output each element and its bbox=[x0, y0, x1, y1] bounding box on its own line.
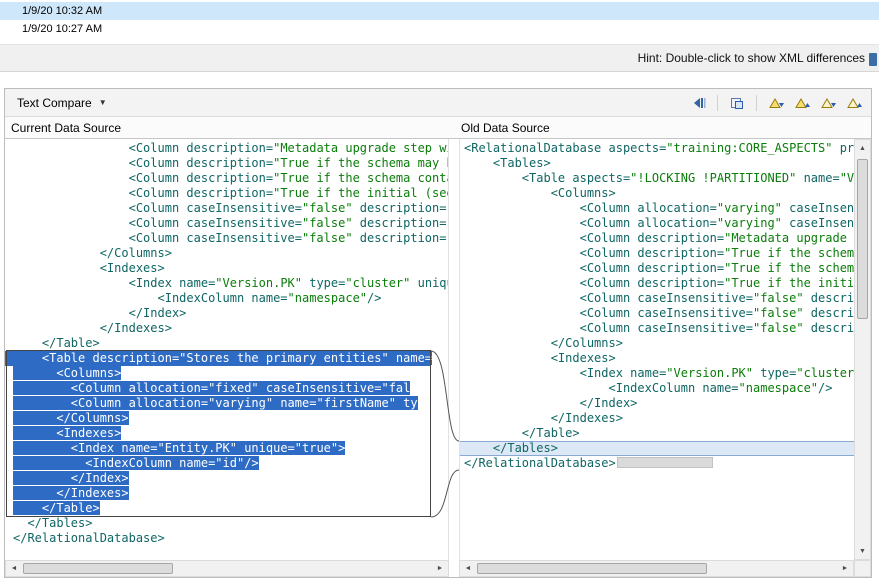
code-line[interactable]: <Indexes> bbox=[13, 426, 430, 441]
scrollbar-corner bbox=[854, 560, 871, 577]
code-line[interactable]: </Indexes> bbox=[13, 486, 430, 501]
previous-difference-icon[interactable] bbox=[793, 95, 811, 111]
right-pane-title: Old Data Source bbox=[461, 121, 550, 135]
code-line[interactable]: <Column description="True if the schema … bbox=[13, 156, 430, 171]
code-line[interactable]: <Column allocation="varying" caseInsensi… bbox=[464, 201, 850, 216]
code-line[interactable]: <Column allocation="varying" name="first… bbox=[13, 396, 430, 411]
vertical-scrollbar[interactable]: ▲ ▼ bbox=[854, 139, 871, 560]
code-line[interactable]: </Indexes> bbox=[464, 411, 850, 426]
right-horizontal-scrollbar-thumb[interactable] bbox=[477, 563, 707, 574]
code-line[interactable]: <Column description="True if the schema … bbox=[464, 246, 850, 261]
code-line[interactable]: </RelationalDatabase> bbox=[13, 531, 430, 546]
selection-remnant bbox=[617, 457, 713, 468]
toolbar-separator bbox=[717, 95, 718, 111]
scroll-left-icon[interactable]: ◄ bbox=[6, 561, 22, 576]
code-line[interactable]: </Tables> bbox=[460, 441, 854, 456]
code-line[interactable]: </Columns> bbox=[464, 336, 850, 351]
code-line[interactable]: </Table> bbox=[13, 336, 430, 351]
horizontal-scrollbars: ◄ ► ◄ ► bbox=[5, 560, 871, 577]
scroll-down-icon[interactable]: ▼ bbox=[855, 543, 870, 559]
code-line[interactable]: <Column caseInsensitive="false" descript… bbox=[464, 321, 850, 336]
code-line[interactable]: <Column description="True if the initial… bbox=[13, 186, 430, 201]
code-line[interactable]: </Columns> bbox=[13, 411, 430, 426]
code-line[interactable]: </Table> bbox=[464, 426, 850, 441]
code-line[interactable]: <IndexColumn name="id"/> bbox=[13, 456, 430, 471]
compare-toolbar: Text Compare ▼ bbox=[5, 89, 871, 117]
code-line[interactable]: <RelationalDatabase aspects="training:CO… bbox=[464, 141, 850, 156]
code-line[interactable]: </Table> bbox=[13, 501, 430, 516]
history-row-label: 1/9/20 10:32 AM bbox=[22, 5, 102, 17]
code-line[interactable]: <Column caseInsensitive="false" descript… bbox=[13, 216, 430, 231]
chevron-down-icon: ▼ bbox=[99, 98, 107, 107]
scroll-left-icon[interactable]: ◄ bbox=[460, 561, 476, 576]
code-line[interactable]: <Index name="Version.PK" type="cluster" … bbox=[13, 276, 430, 291]
next-change-icon[interactable] bbox=[819, 95, 837, 111]
code-line[interactable]: <Column description="True if the schema … bbox=[13, 171, 430, 186]
history-row[interactable]: 1/9/20 10:27 AM bbox=[0, 20, 879, 38]
code-pane-old[interactable]: <RelationalDatabase aspects="training:CO… bbox=[459, 139, 854, 560]
history-list: 1/9/20 10:32 AM 1/9/20 10:27 AM bbox=[0, 2, 879, 38]
toolbar-separator bbox=[756, 95, 757, 111]
code-line[interactable]: </Columns> bbox=[13, 246, 430, 261]
compare-toolbar-icons bbox=[689, 95, 865, 111]
code-line[interactable]: <Table description="Stores the primary e… bbox=[5, 351, 430, 366]
previous-change-icon[interactable] bbox=[845, 95, 863, 111]
code-line[interactable]: </Index> bbox=[464, 396, 850, 411]
code-line[interactable]: </RelationalDatabase> bbox=[464, 456, 850, 471]
compare-mode-dropdown[interactable]: Text Compare ▼ bbox=[11, 94, 113, 112]
compare-panes: <Column description="Metadata upgrade st… bbox=[5, 139, 871, 560]
pane-headers: Current Data Source Old Data Source bbox=[5, 117, 871, 139]
code-line[interactable]: <IndexColumn name="namespace"/> bbox=[13, 291, 430, 306]
panel-icon bbox=[869, 53, 877, 66]
code-line[interactable]: </Indexes> bbox=[13, 321, 430, 336]
code-line[interactable]: <Column description="True if the schema … bbox=[464, 261, 850, 276]
code-line[interactable]: <Tables> bbox=[464, 156, 850, 171]
code-line[interactable]: <Index name="Entity.PK" unique="true"> bbox=[13, 441, 430, 456]
history-row-label: 1/9/20 10:27 AM bbox=[22, 23, 102, 35]
code-line[interactable]: <Table aspects="!LOCKING !PARTITIONED" n… bbox=[464, 171, 850, 186]
next-difference-icon[interactable] bbox=[767, 95, 785, 111]
copy-all-non-conflicting-icon[interactable] bbox=[728, 95, 746, 111]
scroll-up-icon[interactable]: ▲ bbox=[855, 140, 870, 156]
hint-text: Hint: Double-click to show XML differenc… bbox=[638, 51, 865, 65]
code-line[interactable]: <Indexes> bbox=[13, 261, 430, 276]
compare-mode-label: Text Compare bbox=[17, 96, 92, 110]
code-line[interactable]: <Column caseInsensitive="false" descript… bbox=[464, 306, 850, 321]
left-pane-title: Current Data Source bbox=[11, 121, 121, 135]
code-line[interactable]: </Index> bbox=[13, 471, 430, 486]
compare-direction-icon[interactable] bbox=[689, 95, 707, 111]
scroll-right-icon[interactable]: ► bbox=[432, 561, 448, 576]
code-line[interactable]: <Indexes> bbox=[464, 351, 850, 366]
compare-editor: Text Compare ▼ C bbox=[4, 88, 872, 578]
right-horizontal-scrollbar[interactable]: ◄ ► bbox=[459, 560, 854, 577]
history-row[interactable]: 1/9/20 10:32 AM bbox=[0, 2, 879, 20]
code-line[interactable]: <Index name="Version.PK" type="cluster" … bbox=[464, 366, 850, 381]
code-line[interactable]: <Column allocation="fixed" caseInsensiti… bbox=[13, 381, 430, 396]
code-line[interactable]: </Tables> bbox=[13, 516, 430, 531]
left-horizontal-scrollbar-thumb[interactable] bbox=[23, 563, 173, 574]
code-line[interactable]: <Column description="True if the initial… bbox=[464, 276, 850, 291]
code-line[interactable]: <Column description="Metadata upgrade st… bbox=[464, 231, 850, 246]
code-line[interactable]: <Column caseInsensitive="false" descript… bbox=[13, 201, 430, 216]
scroll-right-icon[interactable]: ► bbox=[837, 561, 853, 576]
code-line[interactable]: <Columns> bbox=[464, 186, 850, 201]
vertical-scrollbar-thumb[interactable] bbox=[857, 159, 868, 319]
code-line[interactable]: <IndexColumn name="namespace"/> bbox=[464, 381, 850, 396]
code-pane-current[interactable]: <Column description="Metadata upgrade st… bbox=[5, 139, 449, 560]
code-line[interactable]: </Index> bbox=[13, 306, 430, 321]
code-line[interactable]: <Column description="Metadata upgrade st… bbox=[13, 141, 430, 156]
code-line[interactable]: <Columns> bbox=[13, 366, 430, 381]
hint-bar: Hint: Double-click to show XML differenc… bbox=[0, 44, 879, 72]
left-horizontal-scrollbar[interactable]: ◄ ► bbox=[5, 560, 449, 577]
code-line[interactable]: <Column caseInsensitive="false" descript… bbox=[464, 291, 850, 306]
code-line[interactable]: <Column allocation="varying" caseInsensi… bbox=[464, 216, 850, 231]
code-line[interactable]: <Column caseInsensitive="false" descript… bbox=[13, 231, 430, 246]
